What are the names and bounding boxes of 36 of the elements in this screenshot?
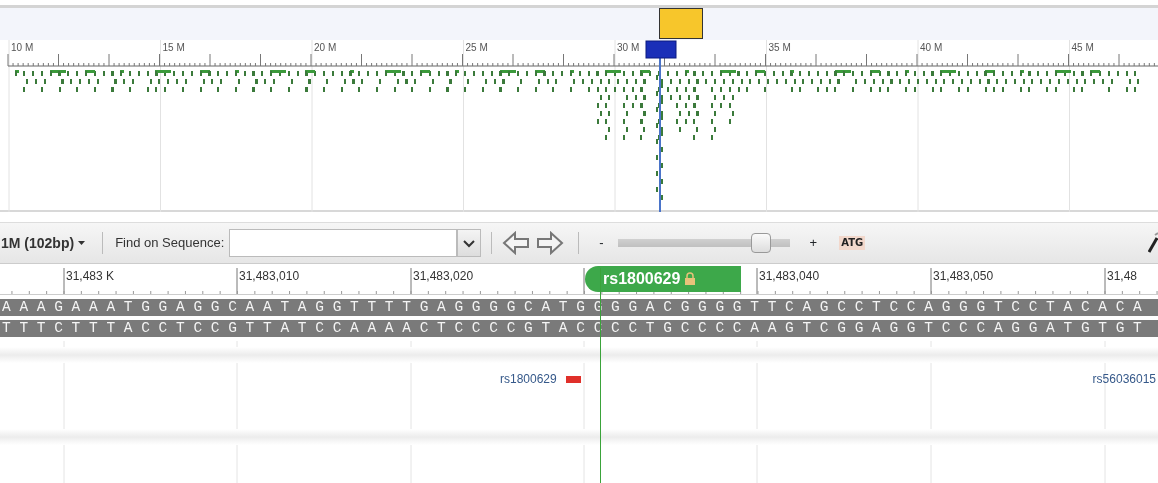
chevron-icon — [463, 239, 476, 248]
lock-icon — [685, 272, 696, 285]
ruler-label: 31,48 — [1107, 269, 1138, 283]
ruler-label: 31,483,010 — [239, 269, 300, 283]
variant-label[interactable]: rs56036015 — [1092, 372, 1156, 386]
viewport-indicator[interactable] — [659, 8, 703, 39]
axis-label: 10 M — [11, 42, 34, 54]
field-label: Find on Sequence: — [115, 234, 225, 253]
axis-label: 20 M — [314, 42, 337, 54]
sequence-text: TTTCTTTACCTCCGTTATCCAAAACTCCCCGTACCCCTGCCCCAAGTCGGAGGTCCCAGGATGTGT — [0, 320, 1158, 337]
axis-label: 25 M — [465, 42, 488, 54]
variant-marker[interactable] — [565, 375, 581, 383]
position-marker-icon[interactable] — [645, 40, 677, 59]
sequence-text: AAAGAAATGGAGGCAATAGGTTTTGAGGGGCATGGGGACGGGGTTCAGCCTCCAGGGTCCTACACA — [0, 299, 1158, 316]
pencil-icon[interactable] — [1148, 232, 1158, 254]
axis-label: 45 M — [1071, 42, 1094, 54]
caret-icon — [78, 241, 86, 245]
zoom-out-button[interactable]: - — [599, 233, 604, 253]
axis-label: 15 M — [162, 42, 185, 54]
back-arrow-button[interactable] — [502, 231, 531, 255]
variant-label[interactable]: rs1800629 — [500, 372, 557, 386]
axis-label: 40 M — [920, 42, 943, 54]
zoom-menu[interactable]: 1M (102bp) — [0, 231, 87, 255]
axis-label: 35 M — [768, 42, 791, 54]
ruler-label: 31,483,050 — [933, 269, 994, 283]
zoom-in-button[interactable]: + — [809, 233, 818, 253]
axis-label: 30 M — [617, 42, 640, 54]
ruler-label: 31,483,020 — [413, 269, 474, 283]
sequence-button[interactable]: ATG — [839, 236, 866, 250]
search-field[interactable] — [229, 229, 458, 257]
slider-thumb[interactable] — [751, 233, 772, 253]
forward-arrow-button[interactable] — [536, 231, 565, 255]
marker-label: rs1800629 — [603, 270, 681, 287]
ruler-label: 31,483 K — [66, 269, 115, 283]
dropdown-button[interactable] — [457, 229, 482, 257]
ruler-label: 31,483,040 — [759, 269, 820, 283]
